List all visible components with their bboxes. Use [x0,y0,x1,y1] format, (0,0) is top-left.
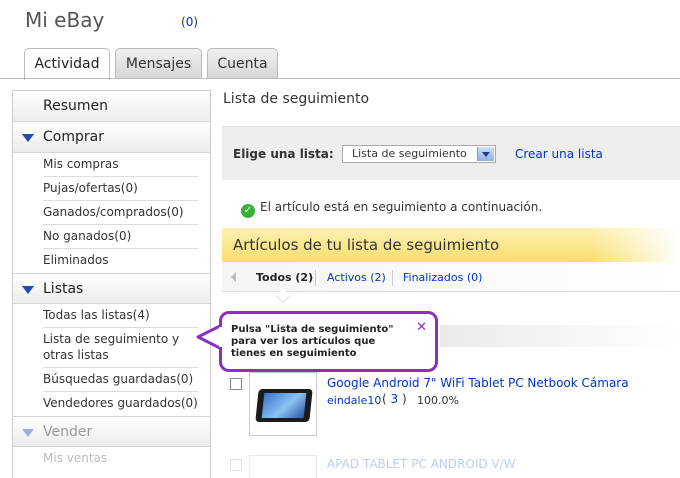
check-icon: ✓ [241,204,255,218]
tab-mensajes[interactable]: Mensajes [115,48,202,79]
sidebar-item-eliminados[interactable]: Eliminados [43,249,198,273]
watchlist-section-header: Artículos de tu lista de seguimiento [222,228,680,262]
sidebar-item-vendedores-guardados[interactable]: Vendedores guardados(0) [43,392,198,416]
subtab-activos[interactable]: Activos (2) [327,271,386,284]
subtab-divider [392,270,393,286]
score-open: ( [382,392,387,406]
sidebar-item-todas-las-listas[interactable]: Todas las listas(4) [43,304,198,328]
tablet-image-icon [255,389,313,422]
callout-pointer-mask [219,327,225,347]
page-title: Mi eBay [25,8,105,32]
chevron-down-icon[interactable] [477,147,494,161]
sidebar-summary[interactable]: Resumen [13,91,210,122]
filter-label: Elige una lista: [233,147,334,161]
left-arrow-icon[interactable] [231,272,236,282]
tab-divider [0,78,680,79]
sidebar-section-buy-label: Comprar [43,129,104,145]
item-thumbnail[interactable] [249,372,317,436]
sidebar: Resumen Comprar Mis compras Pujas/oferta… [12,90,211,478]
list-select-value: Lista de seguimiento [352,147,467,160]
subtab-todos[interactable]: Todos (2) [256,271,313,284]
tooltip-callout: Pulsa "Lista de seguimiento" para ver lo… [219,311,438,372]
sidebar-section-sell-label: Vender [43,424,93,440]
item-thumbnail[interactable] [249,455,317,478]
expand-triangle-icon [22,429,34,437]
list-select[interactable]: Lista de seguimiento [342,145,496,163]
watchlist-subtabs: Todos (2) Activos (2) Finalizados (0) [222,262,680,304]
seller-link[interactable]: eindale10 [327,394,381,407]
sidebar-section-lists[interactable]: Listas [13,273,210,304]
expand-triangle-icon [22,134,34,142]
sidebar-item-mis-compras[interactable]: Mis compras [43,153,198,177]
seller-score[interactable]: ( 3 ) [382,392,407,406]
item-checkbox[interactable] [230,378,242,390]
sidebar-item-ganados[interactable]: Ganados/comprados(0) [43,201,198,225]
sidebar-section-lists-label: Listas [43,281,84,297]
table-header-band [440,325,680,347]
sidebar-summary-label: Resumen [43,98,109,114]
feedback-percentage: 100.0% [417,394,459,407]
create-list-link[interactable]: Crear una lista [515,147,603,161]
subtab-divider [315,270,316,286]
item-title-link[interactable]: Google Android 7" WiFi Tablet PC Netbook… [327,376,629,390]
sidebar-section-buy[interactable]: Comprar [13,122,210,153]
page-count[interactable]: (0) [181,15,198,29]
sidebar-section-sell[interactable]: Vender [13,416,210,447]
item-checkbox[interactable] [230,459,242,471]
success-message: ✓ El artículo está en seguimiento a conti… [241,200,542,218]
close-icon[interactable]: ✕ [416,320,427,335]
item-title-link[interactable]: APAD TABLET PC ANDROID V/W [327,457,516,471]
score-value[interactable]: 3 [391,392,399,406]
subtab-finalizados[interactable]: Finalizados (0) [403,271,482,284]
success-message-text: El artículo está en seguimiento a contin… [260,200,543,214]
tab-cuenta[interactable]: Cuenta [207,48,278,79]
sidebar-item-busquedas-guardadas[interactable]: Búsquedas guardadas(0) [43,368,198,392]
sidebar-item-no-ganados[interactable]: No ganados(0) [43,225,198,249]
expand-triangle-icon [22,286,34,294]
score-close: ) [401,392,407,406]
sidebar-item-mis-ventas[interactable]: Mis ventas [43,447,198,471]
faded-item-row: APAD TABLET PC ANDROID V/W [222,452,680,478]
section-title: Artículos de tu lista de seguimiento [233,236,500,254]
count-close: ) [193,15,199,29]
tab-actividad[interactable]: Actividad [24,48,110,80]
list-filter-bar: Elige una lista: Lista de seguimiento Cr… [222,126,680,180]
sidebar-item-pujas[interactable]: Pujas/ofertas(0) [43,177,198,201]
watchlist-title: Lista de seguimiento [223,91,370,107]
tooltip-text: Pulsa "Lista de seguimiento" para ver lo… [231,324,394,359]
sidebar-item-lista-de-seguimiento[interactable]: Lista de seguimiento y otras listas [43,328,198,368]
subtab-pointer [275,288,291,304]
